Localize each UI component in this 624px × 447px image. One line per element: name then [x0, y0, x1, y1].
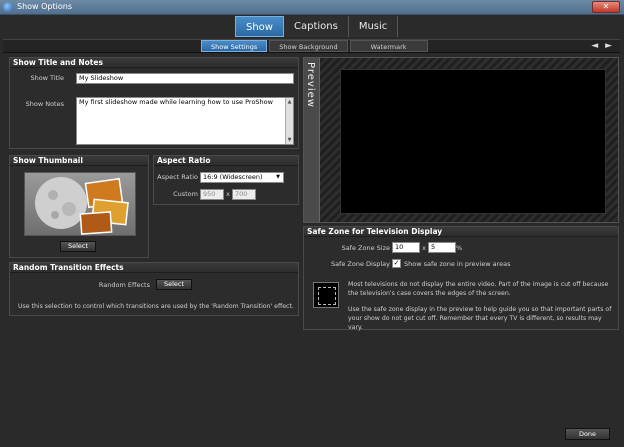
- nav-arrows-icon[interactable]: ◄ ►: [591, 40, 614, 52]
- custom-width-input[interactable]: 950: [200, 189, 224, 200]
- preview-area: Preview: [303, 57, 619, 223]
- transitions-header: Random Transition Effects: [10, 263, 298, 273]
- tab-captions[interactable]: Captions: [283, 16, 349, 37]
- safe-zone-height-input[interactable]: 5: [428, 242, 456, 253]
- tab-music[interactable]: Music: [348, 16, 399, 37]
- aspect-ratio-label: Aspect Ratio: [157, 173, 198, 181]
- subtab-watermark[interactable]: Watermark: [349, 40, 428, 52]
- chevron-down-icon[interactable]: ▼: [274, 174, 282, 181]
- scroll-up-icon[interactable]: ▲: [286, 98, 293, 106]
- custom-x-label: x: [226, 190, 230, 198]
- aspect-ratio-select[interactable]: 16:9 (Widescreen) ▼: [200, 172, 284, 183]
- close-button[interactable]: ✕: [592, 1, 620, 13]
- safe-zone-x-label: x: [422, 244, 426, 252]
- preview-label-bar: Preview: [304, 58, 320, 222]
- show-notes-textarea[interactable]: My first slideshow made while learning h…: [76, 97, 294, 145]
- subtab-show-settings[interactable]: Show Settings: [201, 40, 268, 52]
- random-effects-label: Random Effects: [98, 281, 150, 289]
- random-effects-select-button[interactable]: Select: [156, 279, 192, 290]
- title-notes-header: Show Title and Notes: [10, 58, 298, 68]
- safe-zone-display-label: Safe Zone Display: [330, 260, 390, 268]
- notes-scrollbar[interactable]: ▲ ▼: [285, 98, 293, 144]
- custom-height-input[interactable]: 700: [232, 189, 256, 200]
- tab-show[interactable]: Show: [235, 16, 284, 37]
- done-button[interactable]: Done: [565, 428, 610, 440]
- safe-zone-description-1: Most televisions do not display the enti…: [348, 281, 609, 297]
- safe-zone-size-label: Safe Zone Size: [341, 244, 390, 252]
- thumbnail-select-button[interactable]: Select: [60, 241, 96, 252]
- thumbnail-graphic: [35, 177, 129, 235]
- safe-zone-width-input[interactable]: 10: [392, 242, 420, 253]
- window-title: Show Options: [17, 2, 72, 11]
- safe-zone-checkbox-text: Show safe zone in preview areas: [404, 260, 511, 268]
- transitions-panel: Random Transition Effects Random Effects…: [9, 262, 299, 316]
- safe-zone-unit: %: [456, 244, 463, 252]
- thumbnail-panel: Show Thumbnail Select: [9, 155, 149, 258]
- transitions-description: Use this selection to control which tran…: [18, 303, 294, 310]
- aspect-ratio-panel: Aspect Ratio Aspect Ratio 16:9 (Widescre…: [153, 155, 299, 205]
- safe-zone-checkbox[interactable]: ✓: [392, 259, 401, 268]
- show-title-input[interactable]: My Slideshow: [76, 73, 294, 84]
- thumbnail-header: Show Thumbnail: [10, 156, 148, 166]
- safe-zone-header: Safe Zone for Television Display: [304, 227, 618, 237]
- safe-zone-description-2: Use the safe zone display in the preview…: [348, 306, 612, 331]
- window-titlebar: Show Options ✕: [0, 0, 624, 15]
- app-icon: [3, 2, 13, 12]
- preview-screen: [340, 69, 606, 214]
- show-title-label: Show Title: [30, 74, 64, 82]
- aspect-ratio-header: Aspect Ratio: [154, 156, 298, 166]
- preview-label: Preview: [305, 62, 316, 108]
- sub-tab-bar: Show Settings Show Background Watermark …: [3, 39, 620, 53]
- aspect-ratio-value: 16:9 (Widescreen): [203, 173, 263, 181]
- thumbnail-image: [24, 172, 136, 236]
- title-notes-panel: Show Title and Notes Show Title My Slide…: [9, 57, 299, 149]
- main-tabs: Show Captions Music: [235, 16, 399, 37]
- show-notes-label: Show Notes: [25, 100, 64, 108]
- safe-zone-icon: [313, 282, 339, 308]
- safe-zone-panel: Safe Zone for Television Display Safe Zo…: [303, 226, 619, 331]
- subtab-show-background[interactable]: Show Background: [269, 40, 348, 52]
- scroll-down-icon[interactable]: ▼: [286, 136, 293, 144]
- custom-label: Custom: [173, 190, 198, 198]
